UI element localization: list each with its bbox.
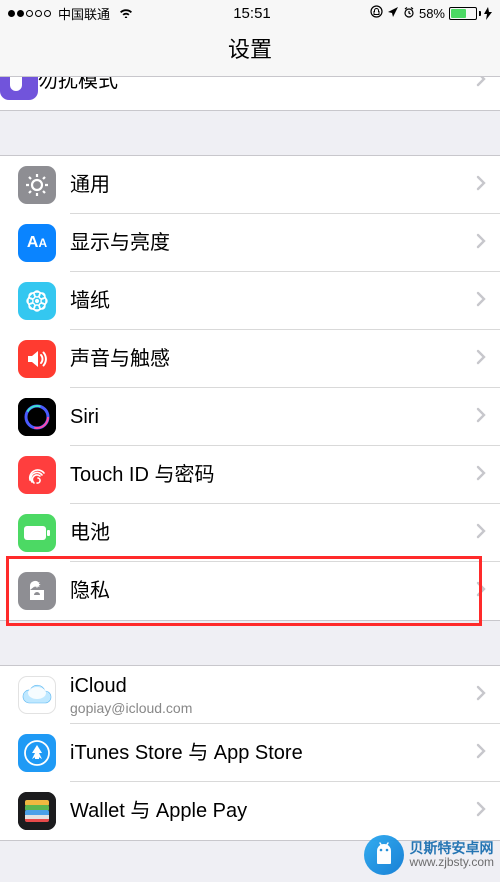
wifi-icon: [118, 5, 134, 21]
row-label: iCloud: [70, 674, 476, 698]
settings-group: 勿扰模式: [0, 77, 500, 111]
chevron-right-icon: [476, 801, 486, 822]
row-sounds[interactable]: 声音与触感: [0, 330, 500, 388]
alarm-icon: [403, 6, 415, 21]
watermark: 贝斯特安卓网 www.zjbsty.com: [364, 835, 494, 875]
orientation-lock-icon: [370, 5, 383, 21]
row-label: 隐私: [70, 579, 476, 603]
chevron-right-icon: [476, 77, 486, 92]
row-label: 墙纸: [70, 289, 476, 313]
chevron-right-icon: [476, 233, 486, 254]
display-icon: AA: [18, 224, 56, 262]
watermark-brand: 贝斯特安卓网: [410, 841, 494, 856]
touchid-icon: [18, 456, 56, 494]
status-right: 58%: [370, 5, 492, 21]
status-time: 15:51: [134, 5, 370, 22]
location-icon: [387, 6, 399, 21]
chevron-right-icon: [476, 407, 486, 428]
sounds-icon: [18, 340, 56, 378]
chevron-right-icon: [476, 349, 486, 370]
row-label: 声音与触感: [70, 347, 476, 371]
chevron-right-icon: [476, 523, 486, 544]
row-general[interactable]: 通用: [0, 156, 500, 214]
row-label: Siri: [70, 405, 476, 429]
row-label: 电池: [70, 521, 476, 545]
settings-list[interactable]: 勿扰模式 通用 AA 显示与亮度墙纸声音与触感 Siri Touch ID 与密码电池隐…: [0, 77, 500, 841]
row-display[interactable]: AA 显示与亮度: [0, 214, 500, 272]
row-wallet[interactable]: Wallet 与 Apple Pay: [0, 782, 500, 840]
icloud-icon: [18, 676, 56, 714]
row-label: Wallet 与 Apple Pay: [70, 799, 476, 823]
general-icon: [18, 166, 56, 204]
status-left: 中国联通: [8, 4, 134, 23]
signal-strength-icon: [8, 10, 51, 17]
row-label: iTunes Store 与 App Store: [70, 741, 476, 765]
row-label: Touch ID 与密码: [70, 463, 476, 487]
itunes-icon: [18, 734, 56, 772]
settings-group: iCloud gopiay@icloud.com iTunes Store 与 Ap…: [0, 665, 500, 841]
row-battery[interactable]: 电池: [0, 504, 500, 562]
row-label: 通用: [70, 173, 476, 197]
chevron-right-icon: [476, 743, 486, 764]
watermark-url: www.zjbsty.com: [410, 856, 494, 869]
row-icloud[interactable]: iCloud gopiay@icloud.com: [0, 666, 500, 724]
row-dnd[interactable]: 勿扰模式: [0, 77, 500, 110]
battery-icon: [18, 514, 56, 552]
privacy-icon: [18, 572, 56, 610]
row-privacy[interactable]: 隐私: [0, 562, 500, 620]
row-label: 显示与亮度: [70, 231, 476, 255]
carrier-label: 中国联通: [58, 4, 110, 23]
wallpaper-icon: [18, 282, 56, 320]
settings-group: 通用 AA 显示与亮度墙纸声音与触感 Siri Touch ID 与密码电池隐私: [0, 155, 500, 621]
row-touchid[interactable]: Touch ID 与密码: [0, 446, 500, 504]
row-sublabel: gopiay@icloud.com: [70, 700, 476, 716]
page-title: 设置: [0, 26, 500, 77]
status-bar: 中国联通 15:51 58%: [0, 0, 500, 26]
chevron-right-icon: [476, 685, 486, 706]
row-itunes[interactable]: iTunes Store 与 App Store: [0, 724, 500, 782]
wallet-icon: [18, 792, 56, 830]
row-siri[interactable]: Siri: [0, 388, 500, 446]
chevron-right-icon: [476, 465, 486, 486]
chevron-right-icon: [476, 291, 486, 312]
chevron-right-icon: [476, 175, 486, 196]
battery-percent: 58%: [419, 6, 445, 21]
row-wallpaper[interactable]: 墙纸: [0, 272, 500, 330]
watermark-logo-icon: [364, 835, 404, 875]
battery-icon: [449, 7, 492, 20]
chevron-right-icon: [476, 581, 486, 602]
moon-icon: [0, 77, 38, 100]
row-label: 勿扰模式: [38, 77, 476, 93]
siri-icon: [18, 398, 56, 436]
